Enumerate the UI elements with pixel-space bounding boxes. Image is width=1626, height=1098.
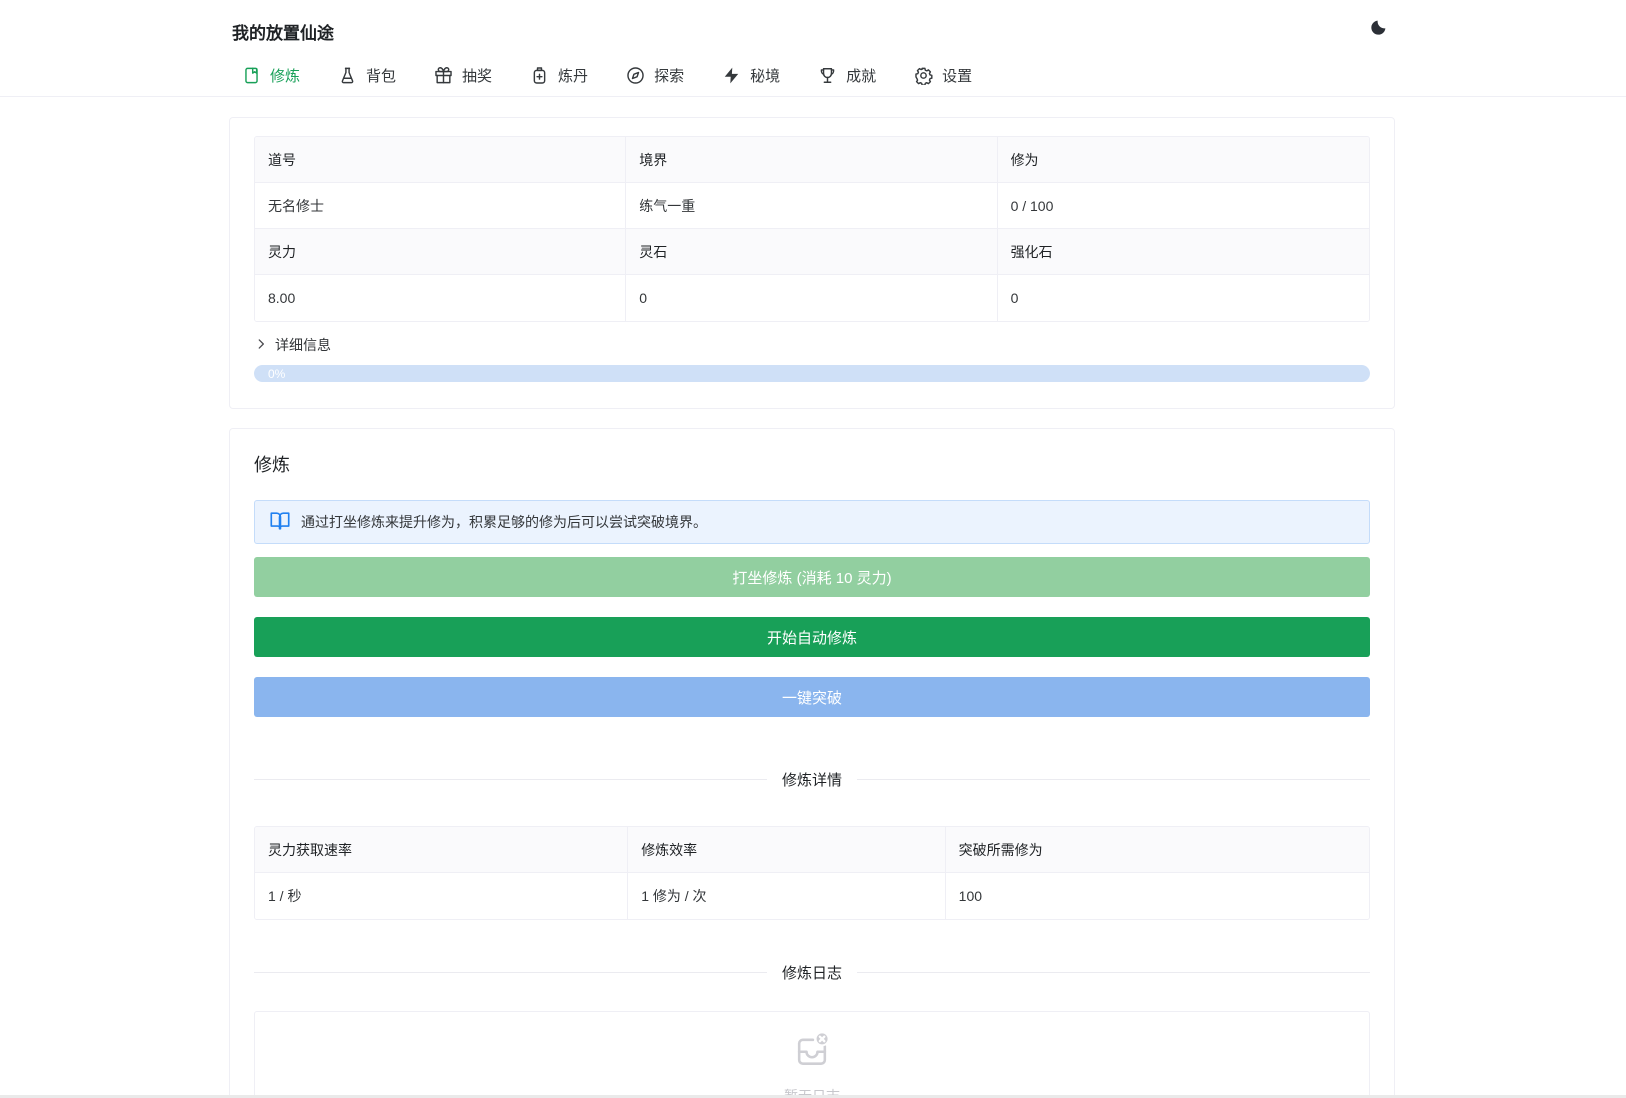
open-book-icon xyxy=(269,510,291,535)
app-header: 我的放置仙途 修炼 背包 抽奖 炼丹 探索 秘境 成就 设置 xyxy=(0,0,1626,97)
tab-label: 炼丹 xyxy=(558,67,589,85)
stats-table: 道号 境界 修为 无名修士 练气一重 0 / 100 灵力 灵石 强化石 8.0… xyxy=(254,136,1370,322)
log-divider: 修炼日志 xyxy=(254,962,1370,983)
tab-label: 秘境 xyxy=(750,67,781,85)
info-alert-text: 通过打坐修炼来提升修为，积累足够的修为后可以尝试突破境界。 xyxy=(301,514,707,530)
breakthrough-button[interactable]: 一键突破 xyxy=(254,677,1370,717)
app-title: 我的放置仙途 xyxy=(232,24,334,43)
detail-value-breakthrough-req: 100 xyxy=(945,873,1369,919)
moon-icon xyxy=(1369,18,1388,40)
table-row: 灵力 灵石 强化石 xyxy=(255,229,1369,275)
tab-label: 设置 xyxy=(942,67,973,85)
cultivation-progress-bar: 0% xyxy=(254,365,1370,382)
tab-cultivation[interactable]: 修炼 xyxy=(242,60,300,90)
empty-inbox-icon xyxy=(790,1027,834,1076)
divider-label: 修炼详情 xyxy=(782,772,843,789)
details-toggle-label: 详细信息 xyxy=(275,337,331,353)
pill-bottle-icon xyxy=(530,66,549,85)
table-row: 1 / 秒 1 修为 / 次 100 xyxy=(255,873,1369,919)
tab-label: 背包 xyxy=(366,67,397,85)
details-divider: 修炼详情 xyxy=(254,769,1370,790)
main-content: 道号 境界 修为 无名修士 练气一重 0 / 100 灵力 灵石 强化石 8.0… xyxy=(229,117,1395,1098)
detail-header-breakthrough-req: 突破所需修为 xyxy=(945,827,1369,873)
details-collapse-toggle[interactable]: 详细信息 xyxy=(254,335,374,355)
tab-secret-realm[interactable]: 秘境 xyxy=(722,60,780,90)
cultivation-details-table: 灵力获取速率 修炼效率 突破所需修为 1 / 秒 1 修为 / 次 100 xyxy=(254,826,1370,920)
tab-settings[interactable]: 设置 xyxy=(914,60,972,90)
tab-label: 抽奖 xyxy=(462,67,493,85)
tab-achievements[interactable]: 成就 xyxy=(818,60,876,90)
tab-label: 成就 xyxy=(846,67,877,85)
stat-value-dao-name: 无名修士 xyxy=(255,183,627,229)
tab-alchemy[interactable]: 炼丹 xyxy=(530,60,588,90)
divider-label: 修炼日志 xyxy=(782,965,843,982)
table-row: 无名修士 练气一重 0 / 100 xyxy=(255,183,1369,229)
stats-card: 道号 境界 修为 无名修士 练气一重 0 / 100 灵力 灵石 强化石 8.0… xyxy=(229,117,1395,409)
stat-value-cultivation: 0 / 100 xyxy=(997,183,1369,229)
info-alert: 通过打坐修炼来提升修为，积累足够的修为后可以尝试突破境界。 xyxy=(254,500,1370,544)
card-title: 修炼 xyxy=(254,455,290,475)
cultivation-log-box: 暂无日志 xyxy=(254,1011,1370,1098)
chevron-right-icon xyxy=(254,337,268,354)
stat-value-realm: 练气一重 xyxy=(626,183,998,229)
stat-header-spirit-power: 灵力 xyxy=(255,229,627,275)
gear-icon xyxy=(914,66,933,85)
book-icon xyxy=(242,66,261,85)
stat-value-spirit-stones: 0 xyxy=(626,275,998,321)
table-row: 道号 境界 修为 xyxy=(255,137,1369,183)
tab-lottery[interactable]: 抽奖 xyxy=(434,60,492,90)
compass-icon xyxy=(626,66,645,85)
meditate-button[interactable]: 打坐修炼 (消耗 10 灵力) xyxy=(254,557,1370,597)
lightning-icon xyxy=(722,66,741,85)
detail-header-spirit-rate: 灵力获取速率 xyxy=(255,827,629,873)
gift-icon xyxy=(434,66,453,85)
stat-value-enhance-stones: 0 xyxy=(997,275,1369,321)
trophy-icon xyxy=(818,66,837,85)
theme-toggle-button[interactable] xyxy=(1363,14,1393,44)
cultivation-card: 修炼 通过打坐修炼来提升修为，积累足够的修为后可以尝试突破境界。 打坐修炼 (消… xyxy=(229,428,1395,1098)
table-row: 灵力获取速率 修炼效率 突破所需修为 xyxy=(255,827,1369,873)
detail-value-spirit-rate: 1 / 秒 xyxy=(255,873,629,919)
nav-tabs: 修炼 背包 抽奖 炼丹 探索 秘境 成就 设置 xyxy=(242,60,972,90)
stat-header-spirit-stones: 灵石 xyxy=(626,229,998,275)
stat-header-dao-name: 道号 xyxy=(255,137,627,183)
table-row: 8.00 0 0 xyxy=(255,275,1369,321)
tab-backpack[interactable]: 背包 xyxy=(338,60,396,90)
tab-label: 探索 xyxy=(654,67,685,85)
stat-header-cultivation: 修为 xyxy=(997,137,1369,183)
detail-value-efficiency: 1 修为 / 次 xyxy=(628,873,946,919)
stat-header-enhance-stones: 强化石 xyxy=(997,229,1369,275)
stat-value-spirit-power: 8.00 xyxy=(255,275,627,321)
tab-label: 修炼 xyxy=(270,67,301,85)
progress-percent-label: 0% xyxy=(268,367,286,381)
flask-icon xyxy=(338,66,357,85)
stat-header-realm: 境界 xyxy=(626,137,998,183)
tab-explore[interactable]: 探索 xyxy=(626,60,684,90)
auto-cultivate-button[interactable]: 开始自动修炼 xyxy=(254,617,1370,657)
detail-header-efficiency: 修炼效率 xyxy=(628,827,946,873)
